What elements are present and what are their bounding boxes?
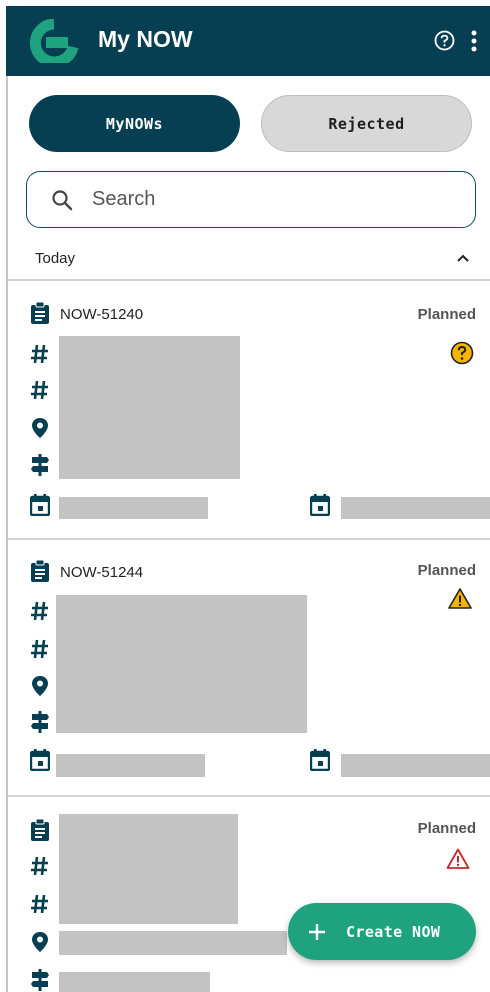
- redacted-route: [59, 972, 210, 992]
- calendar-icon: [310, 494, 330, 516]
- hash-icon: [31, 639, 48, 659]
- app-bar: My NOW: [6, 6, 490, 76]
- chevron-up-icon[interactable]: [456, 251, 470, 265]
- status-badge: Planned: [417, 562, 476, 579]
- page-title: My NOW: [98, 26, 193, 52]
- clipboard-icon: [31, 302, 49, 324]
- search-icon: [52, 190, 73, 211]
- calendar-icon: [30, 749, 50, 771]
- now-card[interactable]: NOW-51240 Planned: [8, 282, 490, 538]
- status-badge: Planned: [417, 306, 476, 323]
- signpost-icon: [31, 711, 49, 733]
- search-placeholder: Search: [92, 188, 156, 210]
- tab-rejected[interactable]: Rejected: [261, 95, 472, 152]
- clipboard-icon: [31, 560, 49, 582]
- create-now-label: Create NOW: [346, 922, 441, 941]
- search-input[interactable]: Search: [26, 171, 476, 228]
- status-badge: Planned: [417, 820, 476, 837]
- tab-mynows[interactable]: MyNOWs: [29, 95, 240, 152]
- help-circle-icon: [450, 341, 474, 365]
- plus-icon: [309, 923, 325, 940]
- now-id: NOW-51244: [60, 564, 144, 581]
- create-now-button[interactable]: Create NOW: [288, 903, 476, 960]
- location-pin-icon: [32, 418, 48, 438]
- redacted-end-date: [341, 497, 490, 519]
- hash-icon: [31, 344, 48, 364]
- signpost-icon: [31, 454, 49, 476]
- now-card[interactable]: NOW-51244 Planned: [8, 540, 490, 795]
- section-label-today: Today: [35, 250, 76, 267]
- warning-icon: [448, 588, 472, 609]
- clipboard-icon: [31, 819, 49, 841]
- redacted-start-date: [59, 497, 208, 519]
- redacted-location: [59, 931, 287, 955]
- now-id: NOW-51240: [60, 306, 144, 323]
- signpost-icon: [31, 969, 49, 991]
- hash-icon: [31, 380, 48, 400]
- help-icon[interactable]: [434, 30, 455, 51]
- hash-icon: [31, 601, 48, 621]
- redacted-details: [56, 595, 307, 733]
- calendar-icon: [30, 494, 50, 516]
- hash-icon: [31, 856, 48, 876]
- location-pin-icon: [32, 932, 48, 952]
- more-options-icon[interactable]: [470, 30, 478, 52]
- warning-outline-icon: [446, 848, 470, 869]
- redacted-details: [59, 814, 238, 924]
- now-card[interactable]: Planned: [8, 797, 490, 992]
- hash-icon: [31, 894, 48, 914]
- calendar-icon: [310, 749, 330, 771]
- redacted-end-date: [341, 754, 490, 777]
- app-logo-icon: [29, 19, 79, 63]
- location-pin-icon: [32, 676, 48, 696]
- redacted-details: [59, 336, 240, 479]
- redacted-start-date: [56, 754, 205, 777]
- divider: [8, 279, 490, 281]
